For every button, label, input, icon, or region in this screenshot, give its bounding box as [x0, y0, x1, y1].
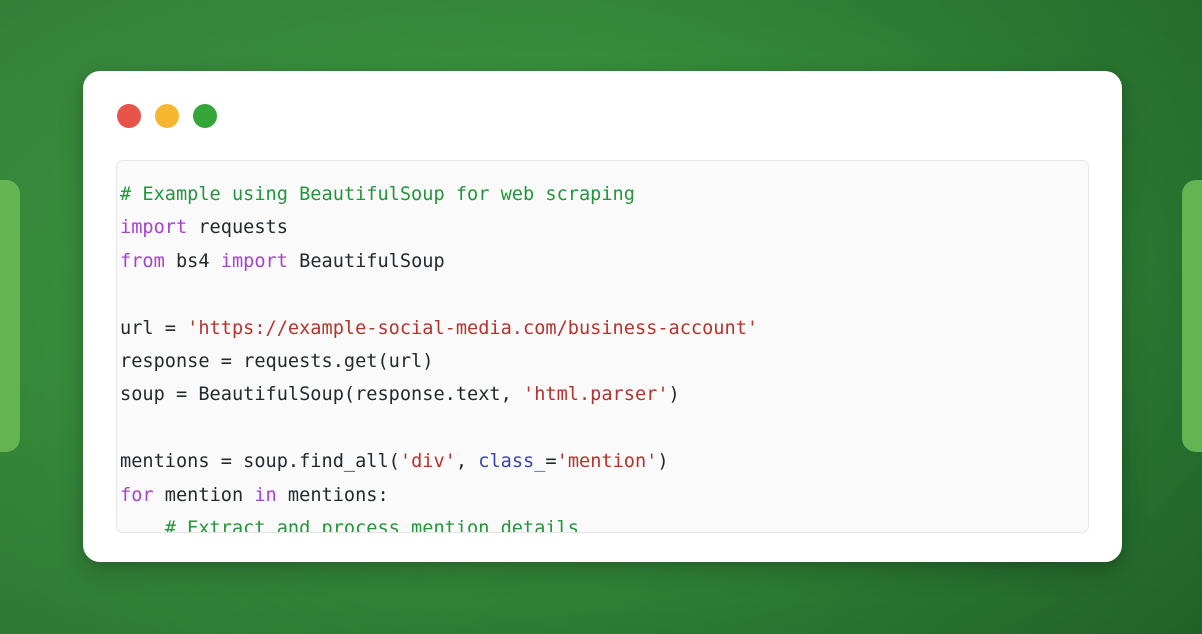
code-token-plain: bs4 [164, 250, 221, 272]
right-accent-panel [1182, 180, 1202, 452]
code-line: # Extract and process mention details [120, 512, 1088, 533]
code-token-plain: response = requests.get(url) [120, 351, 434, 373]
code-token-string: 'html.parser' [523, 384, 669, 406]
code-token-plain: ) [657, 451, 669, 473]
code-token-plain: mention [153, 484, 255, 506]
code-token-kwarg: class_ [478, 451, 546, 473]
code-window-card: # Example using BeautifulSoup for web sc… [83, 71, 1122, 562]
code-token-string: 'div' [399, 451, 456, 473]
code-token-string: 'https://example-social-media.com/busine… [187, 317, 759, 339]
maximize-button-dot[interactable] [193, 104, 217, 128]
code-token-plain: mentions: [276, 484, 389, 506]
left-accent-panel [0, 180, 20, 452]
code-token-keyword: in [254, 484, 277, 506]
code-line: from bs4 import BeautifulSoup [120, 245, 1088, 278]
code-line: soup = BeautifulSoup(response.text, 'htm… [120, 378, 1088, 411]
code-line: url = 'https://example-social-media.com/… [120, 312, 1088, 345]
code-token-keyword: import [220, 250, 288, 272]
close-button-dot[interactable] [117, 104, 141, 128]
minimize-button-dot[interactable] [155, 104, 179, 128]
code-line: import requests [120, 211, 1088, 244]
code-line: mentions = soup.find_all('div', class_='… [120, 445, 1088, 478]
code-token-keyword: import [120, 217, 188, 239]
code-token-keyword: from [120, 250, 165, 272]
code-token-keyword: for [120, 484, 154, 506]
code-token-plain: requests [187, 217, 288, 239]
code-token-plain: , [455, 451, 479, 473]
window-titlebar [117, 104, 217, 128]
code-token-plain: soup = BeautifulSoup(response.text, [120, 384, 523, 406]
code-content: # Example using BeautifulSoup for web sc… [117, 161, 1088, 533]
code-token-plain: = [545, 451, 557, 473]
code-token-plain: url = [120, 317, 188, 339]
code-token-plain: mentions = soup.find_all( [120, 451, 400, 473]
code-line: # Example using BeautifulSoup for web sc… [120, 178, 1088, 211]
code-block[interactable]: # Example using BeautifulSoup for web sc… [116, 160, 1089, 533]
code-token-plain: BeautifulSoup [287, 250, 445, 272]
code-token-comment: # Extract and process mention details [164, 518, 579, 533]
code-token-comment: # Example using BeautifulSoup for web sc… [120, 184, 635, 205]
code-line: for mention in mentions: [120, 479, 1088, 512]
code-token-string: 'mention' [556, 451, 658, 473]
screenshot-root: # Example using BeautifulSoup for web sc… [0, 0, 1202, 634]
code-token-plain: ) [668, 384, 680, 406]
code-line: response = requests.get(url) [120, 345, 1088, 378]
